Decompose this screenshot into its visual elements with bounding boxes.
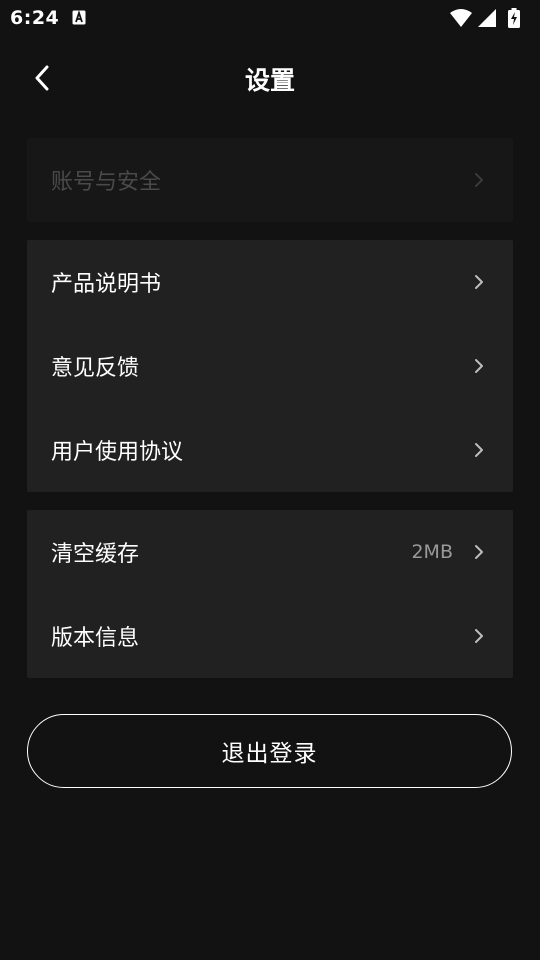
row-account-security[interactable]: 账号与安全 (27, 138, 513, 222)
logout-label: 退出登录 (221, 741, 318, 767)
chevron-right-icon (475, 629, 483, 643)
row-label: 用户使用协议 (51, 440, 184, 465)
row-feedback[interactable]: 意见反馈 (27, 324, 513, 408)
cache-size-value: 2MB (411, 541, 453, 563)
row-label: 产品说明书 (51, 272, 162, 297)
row-user-agreement[interactable]: 用户使用协议 (27, 408, 513, 492)
signal-icon (478, 9, 496, 27)
status-icons (450, 8, 530, 28)
logout-button[interactable]: 退出登录 (27, 714, 512, 788)
settings-group-app: 清空缓存 2MB 版本信息 (27, 510, 513, 678)
chevron-right-icon (475, 173, 483, 187)
chevron-right-icon (475, 545, 483, 559)
chevron-right-icon (475, 275, 483, 289)
battery-charging-icon (508, 8, 520, 28)
row-label: 意见反馈 (51, 356, 140, 381)
chevron-right-icon (475, 443, 483, 457)
row-version-info[interactable]: 版本信息 (27, 594, 513, 678)
settings-group-account: 账号与安全 (27, 138, 513, 222)
row-label: 账号与安全 (51, 170, 162, 195)
status-time: 6:24 (10, 7, 60, 29)
status-bar: 6:24 (0, 0, 540, 36)
row-clear-cache[interactable]: 清空缓存 2MB (27, 510, 513, 594)
row-label: 清空缓存 (51, 542, 140, 567)
wifi-icon (450, 9, 472, 27)
row-label: 版本信息 (51, 626, 140, 651)
settings-group-info: 产品说明书 意见反馈 用户使用协议 (27, 240, 513, 492)
page-title: 设置 (244, 66, 295, 95)
header: 设置 (0, 48, 540, 108)
chevron-right-icon (475, 359, 483, 373)
row-product-manual[interactable]: 产品说明书 (27, 240, 513, 324)
a-notification-icon (72, 10, 86, 25)
